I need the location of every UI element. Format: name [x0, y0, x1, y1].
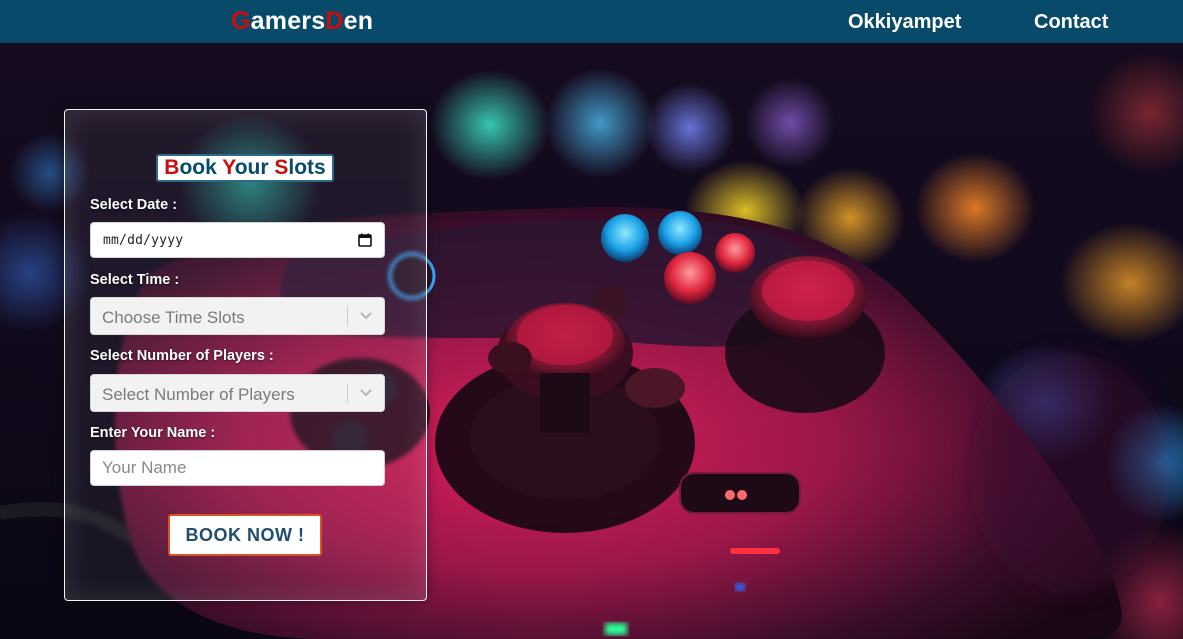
name-label: Enter Your Name :	[90, 425, 216, 441]
chevron-down-icon[interactable]	[359, 310, 373, 322]
players-select-value: Select Number of Players	[102, 385, 295, 404]
booking-form-panel: Book Your Slots Select Date : mm/dd/yyyy…	[64, 109, 427, 601]
title-letter-y: Y	[222, 156, 235, 179]
name-field-wrapper	[90, 450, 385, 486]
time-select-value: Choose Time Slots	[102, 308, 245, 327]
brand-text-en: en	[343, 7, 374, 35]
booking-title: Book Your Slots	[156, 154, 334, 182]
time-label: Select Time :	[90, 272, 180, 288]
calendar-icon[interactable]	[358, 233, 372, 247]
date-label: Select Date :	[90, 197, 178, 213]
title-text-our: our	[234, 156, 275, 179]
title-letter-b: B	[164, 156, 180, 179]
name-input[interactable]	[91, 451, 384, 485]
time-select[interactable]: Choose Time Slots	[90, 297, 385, 335]
nav-link-contact[interactable]: Contact	[1034, 11, 1108, 34]
select-separator	[347, 383, 348, 403]
title-text-lots: lots	[288, 156, 326, 179]
navbar: GamersDen Okkiyampet Contact	[0, 0, 1183, 43]
brand-letter-g: G	[231, 7, 251, 35]
date-placeholder: mm/dd/yyyy	[103, 233, 184, 248]
title-letter-s: S	[274, 156, 289, 179]
date-input[interactable]: mm/dd/yyyy	[90, 222, 385, 258]
brand-logo[interactable]: GamersDen	[231, 7, 373, 36]
players-label: Select Number of Players :	[90, 348, 274, 364]
brand-text-amers: amers	[250, 7, 326, 35]
brand-letter-d: D	[325, 7, 344, 35]
select-separator	[347, 306, 348, 326]
nav-link-location[interactable]: Okkiyampet	[848, 11, 961, 34]
book-now-button[interactable]: BOOK NOW !	[168, 514, 322, 556]
players-select[interactable]: Select Number of Players	[90, 374, 385, 412]
chevron-down-icon[interactable]	[359, 387, 373, 399]
title-text-ook: ook	[179, 156, 223, 179]
